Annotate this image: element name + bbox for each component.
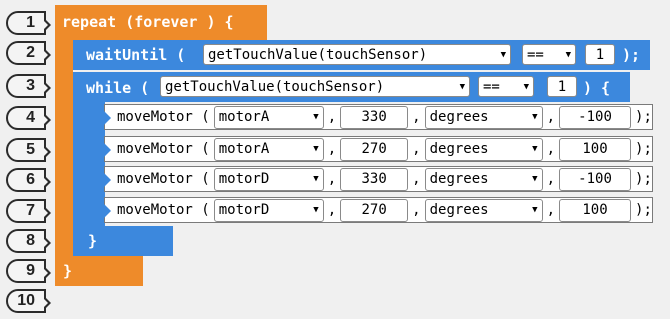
unit-select[interactable]: degrees ▼	[424, 105, 543, 129]
line-number-8[interactable]: 8	[6, 229, 51, 253]
dropdown-arrow-icon: ▼	[523, 81, 529, 92]
line-number-5[interactable]: 5	[6, 138, 51, 162]
function-name: moveMotor (	[117, 202, 210, 218]
wait-until-value-input[interactable]: 1	[585, 44, 615, 65]
while-close-brace: }	[88, 232, 98, 250]
dropdown-arrow-icon: ▼	[313, 205, 319, 215]
line-number-10[interactable]: 10	[6, 289, 51, 313]
operator-text: ==	[483, 78, 500, 95]
dropdown-arrow-icon: ▼	[565, 49, 571, 60]
unit-text: degrees	[429, 202, 489, 218]
function-name: moveMotor (	[117, 171, 210, 187]
separator: ,	[546, 202, 556, 218]
unit-text: degrees	[429, 171, 489, 187]
while-operator-select[interactable]: == ▼	[478, 76, 534, 97]
separator: ,	[327, 141, 337, 157]
statement-end: );	[635, 171, 652, 187]
motor-text: motorD	[218, 171, 270, 187]
unit-select[interactable]: degrees ▼	[424, 167, 543, 191]
line-number-2[interactable]: 2	[6, 41, 51, 65]
wait-until-sensor-select[interactable]: getTouchValue(touchSensor) ▼	[203, 44, 511, 65]
unit-text: degrees	[429, 141, 489, 157]
separator: ,	[412, 202, 421, 218]
move-motor-statement[interactable]: moveMotor ( motorA ▼ , 330 , degrees ▼ , -…	[104, 104, 653, 130]
repeat-close-brace: }	[63, 262, 73, 280]
statement-end: );	[635, 202, 652, 218]
while-open-brace: ) {	[583, 79, 611, 97]
dropdown-arrow-icon: ▼	[459, 81, 465, 92]
line-number-6[interactable]: 6	[6, 168, 51, 192]
dropdown-arrow-icon: ▼	[532, 205, 538, 215]
dropdown-arrow-icon: ▼	[532, 112, 538, 122]
motor-text: motorD	[218, 202, 270, 218]
statement-end: );	[635, 141, 652, 157]
statement-end: );	[635, 109, 652, 125]
unit-select[interactable]: degrees ▼	[424, 198, 543, 222]
motor-select[interactable]: motorA ▼	[213, 105, 324, 129]
dropdown-arrow-icon: ▼	[313, 112, 319, 122]
power-input[interactable]: -100	[559, 167, 632, 191]
dropdown-arrow-icon: ▼	[313, 174, 319, 184]
line-number-3[interactable]: 3	[6, 74, 51, 98]
wait-until-close: );	[622, 46, 641, 64]
sensor-call-text: getTouchValue(touchSensor)	[165, 78, 385, 95]
move-motor-statement[interactable]: moveMotor ( motorD ▼ , 270 , degrees ▼ , 1…	[104, 197, 653, 223]
dropdown-arrow-icon: ▼	[532, 174, 538, 184]
while-keyword: while (	[86, 79, 150, 97]
repeat-block-body	[55, 40, 73, 256]
sensor-call-text: getTouchValue(touchSensor)	[208, 46, 428, 63]
separator: ,	[327, 109, 337, 125]
power-input[interactable]: 100	[559, 198, 632, 222]
move-motor-statement[interactable]: moveMotor ( motorA ▼ , 270 , degrees ▼ , 1…	[104, 136, 653, 162]
amount-input[interactable]: 270	[340, 137, 409, 161]
separator: ,	[412, 109, 421, 125]
motor-select[interactable]: motorD ▼	[213, 198, 324, 222]
dropdown-arrow-icon: ▼	[500, 49, 506, 60]
separator: ,	[412, 171, 421, 187]
wait-until-operator-select[interactable]: == ▼	[522, 44, 576, 65]
line-number-1[interactable]: 1	[6, 11, 51, 35]
wait-until-keyword: waitUntil (	[86, 46, 186, 64]
dropdown-arrow-icon: ▼	[313, 144, 319, 154]
motor-select[interactable]: motorA ▼	[213, 137, 324, 161]
motor-select[interactable]: motorD ▼	[213, 167, 324, 191]
amount-input[interactable]: 330	[340, 167, 409, 191]
separator: ,	[327, 202, 337, 218]
motor-text: motorA	[218, 109, 270, 125]
power-input[interactable]: -100	[559, 105, 632, 129]
while-value-input[interactable]: 1	[547, 76, 577, 97]
repeat-keyword: repeat (forever ) {	[62, 13, 234, 31]
dropdown-arrow-icon: ▼	[532, 144, 538, 154]
function-name: moveMotor (	[117, 141, 210, 157]
separator: ,	[546, 171, 556, 187]
motor-text: motorA	[218, 141, 270, 157]
unit-select[interactable]: degrees ▼	[424, 137, 543, 161]
while-sensor-select[interactable]: getTouchValue(touchSensor) ▼	[160, 76, 470, 97]
power-input[interactable]: 100	[559, 137, 632, 161]
operator-text: ==	[527, 46, 544, 63]
separator: ,	[546, 141, 556, 157]
line-number-9[interactable]: 9	[6, 259, 51, 283]
unit-text: degrees	[429, 109, 489, 125]
separator: ,	[546, 109, 556, 125]
function-name: moveMotor (	[117, 109, 210, 125]
line-number-7[interactable]: 7	[6, 199, 51, 223]
line-number-4[interactable]: 4	[6, 106, 51, 130]
separator: ,	[412, 141, 421, 157]
amount-input[interactable]: 330	[340, 105, 409, 129]
amount-input[interactable]: 270	[340, 198, 409, 222]
separator: ,	[327, 171, 337, 187]
while-block-body	[73, 102, 105, 226]
move-motor-statement[interactable]: moveMotor ( motorD ▼ , 330 , degrees ▼ , -…	[104, 166, 653, 192]
